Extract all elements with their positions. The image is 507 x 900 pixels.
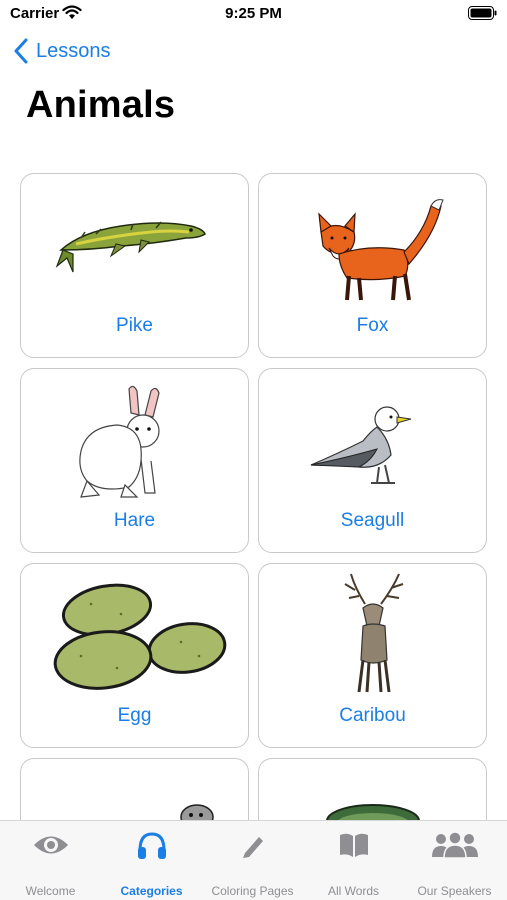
tab-label: Welcome: [25, 884, 76, 898]
card-caribou[interactable]: Caribou: [258, 563, 487, 748]
card-egg[interactable]: Egg: [20, 563, 249, 748]
tab-label: Our Speakers: [417, 884, 492, 898]
card-label: Pike: [116, 315, 153, 336]
eggs-icon: [53, 583, 227, 690]
card-label: Egg: [117, 705, 152, 726]
hare-icon: [79, 385, 160, 498]
card-label: Seagull: [340, 510, 405, 531]
chevron-left-icon: [14, 38, 28, 64]
navigation-bar: Lessons: [0, 36, 507, 70]
pencil-icon: [242, 837, 263, 858]
animal-grid: Pike Fox Hare Seagull Egg Caribou: [0, 170, 507, 820]
card-fox[interactable]: Fox: [258, 173, 487, 358]
tab-coloring-pages[interactable]: Coloring Pages: [202, 821, 303, 900]
clock: 9:25 PM: [225, 5, 282, 22]
back-button-label: Lessons: [36, 39, 111, 62]
tab-welcome[interactable]: Welcome: [0, 821, 101, 900]
card-pike[interactable]: Pike: [20, 173, 249, 358]
eye-icon: [33, 836, 68, 854]
fox-icon: [318, 199, 444, 301]
back-button[interactable]: Lessons: [14, 38, 111, 64]
tab-all-words[interactable]: All Words: [303, 821, 404, 900]
card-hare[interactable]: Hare: [20, 368, 249, 553]
pike-fish-icon: [55, 221, 206, 273]
seagull-icon: [310, 406, 412, 484]
book-icon: [339, 833, 368, 857]
headphones-icon: [137, 832, 166, 859]
tab-our-speakers[interactable]: Our Speakers: [404, 821, 505, 900]
card-seagull[interactable]: Seagull: [258, 368, 487, 553]
animal-icon: [180, 804, 214, 820]
card-label: Fox: [356, 315, 389, 336]
people-icon: [431, 831, 478, 859]
card-label: Caribou: [339, 705, 406, 726]
tab-label: Categories: [120, 884, 183, 898]
tab-label: All Words: [327, 884, 380, 898]
battery-icon: [468, 6, 497, 20]
caribou-icon: [344, 573, 404, 693]
animal-icon: [326, 804, 420, 820]
page-title: Animals: [26, 84, 176, 126]
tab-bar: Welcome Categories Coloring Pages All Wo…: [0, 820, 507, 900]
card-partial-right[interactable]: [258, 758, 487, 820]
card-partial-left[interactable]: [20, 758, 249, 820]
card-label: Hare: [113, 510, 156, 531]
tab-categories[interactable]: Categories: [101, 821, 202, 900]
status-bar: Carrier 9:25 PM: [0, 0, 507, 30]
tab-label: Coloring Pages: [211, 884, 294, 898]
